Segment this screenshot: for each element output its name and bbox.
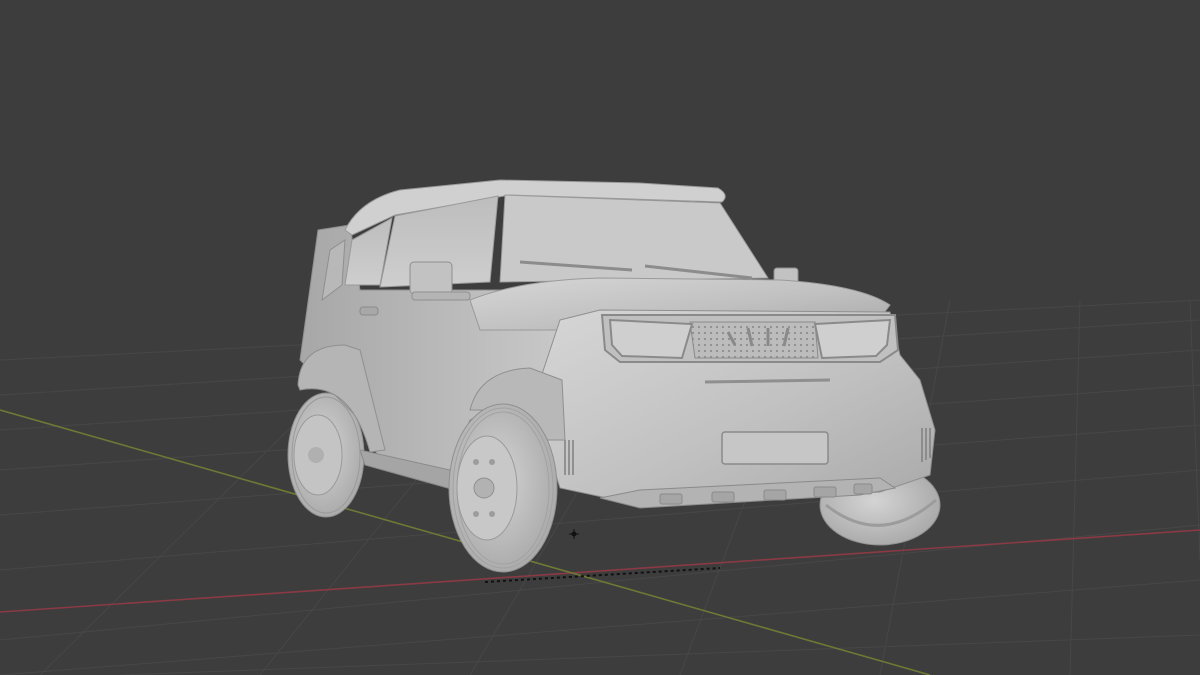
car-model[interactable]: [287, 179, 941, 573]
3d-viewport[interactable]: solid compact SUV mesh: [0, 0, 1200, 675]
left-side-mirror: [409, 261, 453, 295]
lower-intake: [704, 378, 831, 384]
x-axis-line: [0, 529, 1200, 613]
right-headlight: [813, 318, 892, 360]
license-plate-recess: [721, 431, 829, 465]
front-left-wheel[interactable]: [448, 403, 558, 573]
door-handle: [359, 306, 379, 316]
left-headlight: [608, 318, 694, 360]
3d-cursor-icon[interactable]: [569, 529, 579, 539]
windshield: [499, 194, 769, 283]
mirror-arm: [411, 291, 471, 301]
grille-mesh: [689, 321, 819, 359]
viewport-canvas[interactable]: [0, 0, 1200, 675]
